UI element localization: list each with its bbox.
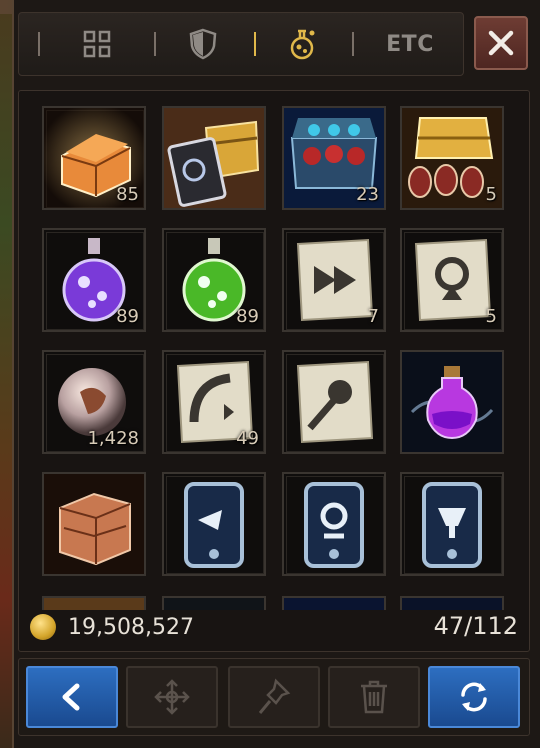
pin-icon (258, 678, 291, 714)
inventory-slot-partial (282, 596, 386, 610)
inventory-slot[interactable] (282, 472, 386, 576)
gold-amount: 19,508,527 (68, 614, 194, 640)
item-quantity: 23 (356, 184, 379, 205)
tab-separator (352, 32, 354, 56)
inventory-slot[interactable]: 5 (400, 106, 504, 210)
skill-card-wave-icon (184, 482, 244, 568)
inventory-slot[interactable] (400, 350, 504, 454)
item-quantity: 89 (236, 306, 259, 327)
item-quantity: 89 (116, 306, 139, 327)
inventory-slot[interactable]: 85 (42, 106, 146, 210)
inventory-slot-partial (42, 596, 146, 610)
item-quantity: 5 (485, 306, 497, 327)
inventory-slot-partial (162, 596, 266, 610)
move-icon (154, 679, 190, 715)
gold-display: 19,508,527 (30, 612, 194, 642)
grid-icon (83, 30, 111, 58)
back-button[interactable] (26, 666, 118, 728)
delete-button[interactable] (328, 666, 420, 728)
magic-elixir-icon (402, 352, 502, 452)
back-arrow-icon (62, 683, 80, 711)
inventory-slot[interactable] (162, 472, 266, 576)
tab-etc[interactable]: ETC (380, 22, 440, 66)
inventory-slot[interactable] (162, 106, 266, 210)
tab-all[interactable] (74, 22, 120, 66)
item-quantity: 7 (367, 306, 379, 327)
inventory-capacity: 47/112 (433, 612, 518, 640)
chest-with-card-icon (164, 108, 264, 208)
inventory-slot[interactable] (400, 472, 504, 576)
close-button[interactable] (474, 16, 528, 70)
skill-card-spiral-icon (304, 482, 364, 568)
tab-equipment[interactable] (180, 22, 226, 66)
item-quantity: 49 (236, 428, 259, 449)
potion-icon (290, 29, 315, 60)
inventory-slot[interactable]: 7 (282, 228, 386, 332)
inventory-slot[interactable]: 89 (162, 228, 266, 332)
inventory-slot[interactable]: 5 (400, 228, 504, 332)
close-icon (488, 30, 514, 56)
shield-icon (189, 28, 217, 60)
wooden-chest-icon (44, 474, 144, 574)
tab-consumables[interactable] (280, 22, 326, 66)
sort-icon (461, 682, 487, 712)
tab-etc-label: ETC (386, 31, 434, 57)
inventory-slot[interactable] (42, 472, 146, 576)
inventory-slot[interactable]: 49 (162, 350, 266, 454)
trash-icon (361, 680, 387, 714)
gold-coin-icon (30, 614, 56, 640)
tab-separator (154, 32, 156, 56)
inventory-slot[interactable] (282, 350, 386, 454)
item-quantity: 5 (485, 184, 497, 205)
pin-button[interactable] (228, 666, 320, 728)
tab-separator-active (254, 32, 256, 56)
inventory-slot[interactable]: 1,428 (42, 350, 146, 454)
item-quantity: 85 (116, 184, 139, 205)
sort-button[interactable] (428, 666, 520, 728)
inventory-slot[interactable]: 23 (282, 106, 386, 210)
skill-card-cup-icon (422, 482, 482, 568)
tab-separator (38, 32, 40, 56)
inventory-slot[interactable]: 89 (42, 228, 146, 332)
item-quantity: 1,428 (87, 428, 139, 449)
inventory-slot-partial (400, 596, 504, 610)
move-button[interactable] (126, 666, 218, 728)
scroll-arrow-icon (296, 360, 374, 444)
